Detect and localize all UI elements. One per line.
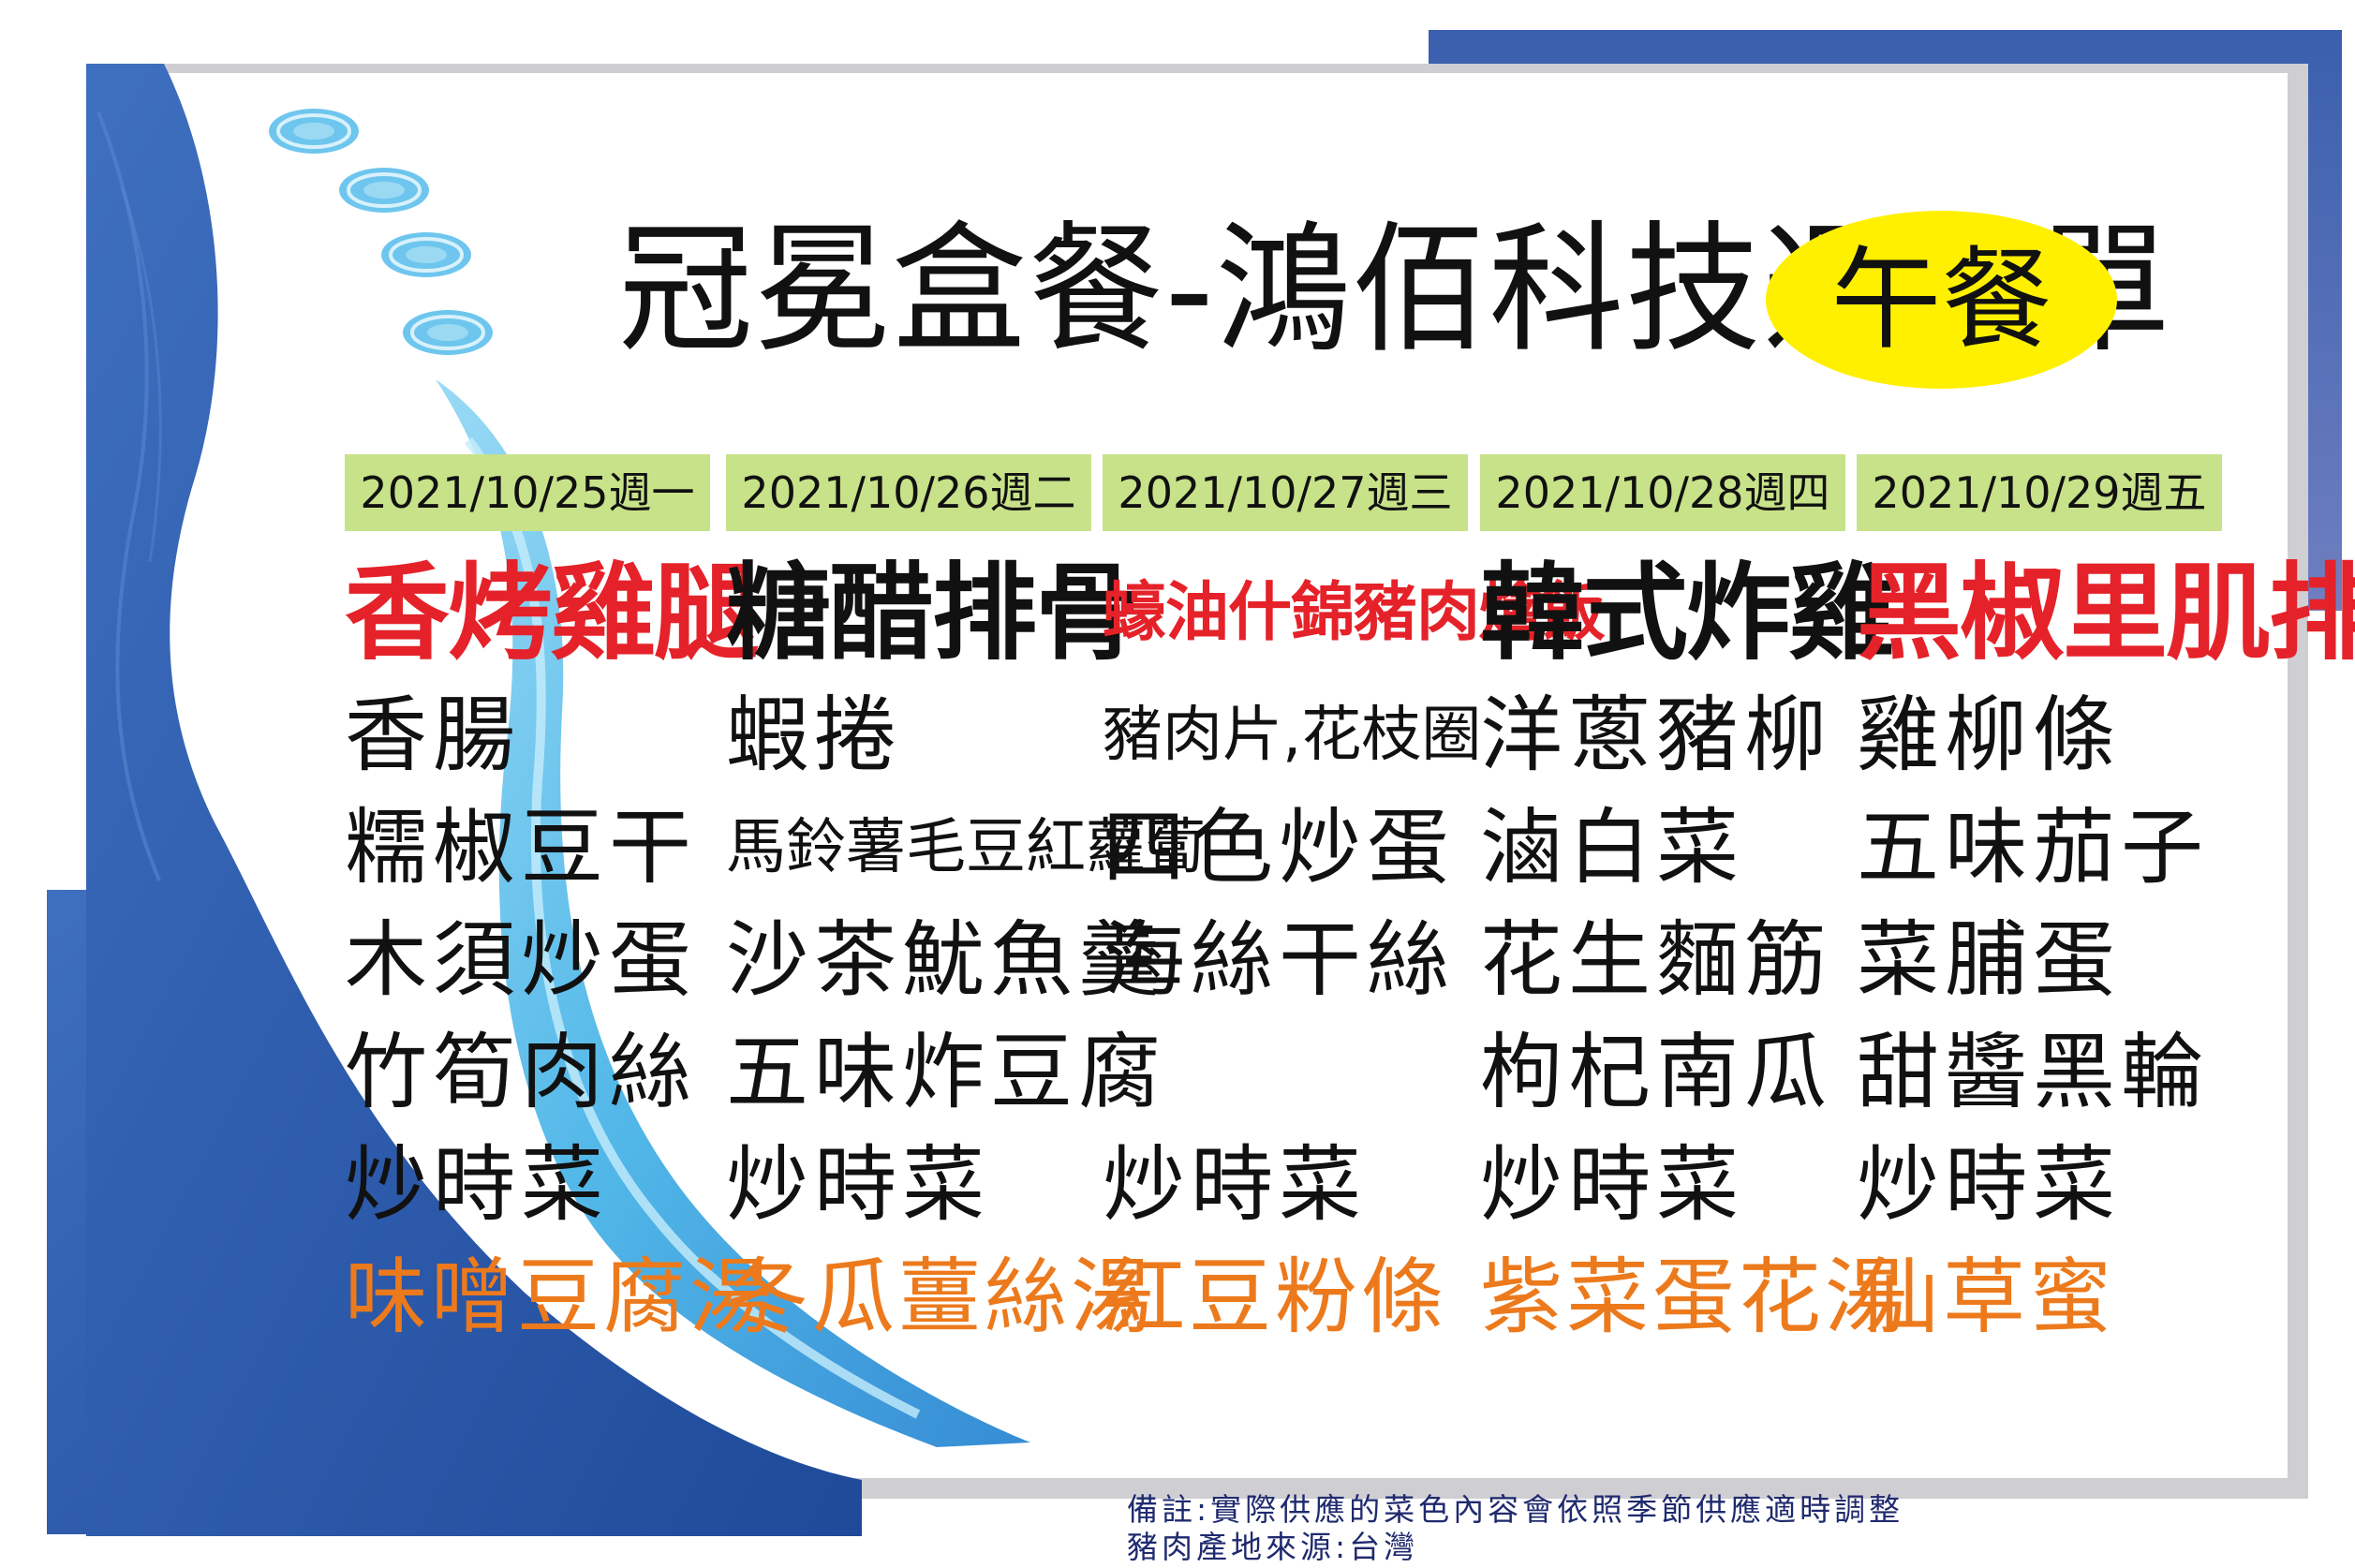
footnote-remark: 備註:實際供應的菜色內容會依照季節供應適時調整 [1127,1491,1904,1528]
side-dish: 香腸 [345,687,522,783]
side-dish: 豬肉片,花枝圈 [1103,701,1482,770]
side-dish: 海絲干絲 [1103,911,1456,1008]
soup: 紫菜蛋花湯 [1480,1249,1912,1345]
side-dish: 四色炒蛋 [1103,799,1456,895]
ring-3 [381,232,471,277]
side-dish: 炒時菜 [1857,1136,2122,1233]
side-dish: 五味茄子 [1857,799,2210,895]
main-dish: 韓式炸雞 [1480,553,1894,674]
ring-1 [269,109,359,154]
side-dish: 滷白菜 [1480,799,1745,895]
side-dish: 炒時菜 [1103,1136,1368,1233]
soup: 紅豆粉條 [1103,1249,1448,1345]
date-label: 2021/10/29週五 [1857,454,2222,531]
menu-title: 冠冕盒餐-鴻佰科技週菜單 [618,209,2173,372]
day-column-4: 2021/10/28週四 韓式炸雞 洋蔥豬柳 滷白菜 花生麵筋 枸杞南瓜 炒時菜… [1480,454,1912,1354]
ring-4 [403,310,493,355]
side-dish: 沙茶魷魚羹 [726,911,1167,1008]
main-dish: 香烤雞腿 [345,553,759,674]
side-dish: 洋蔥豬柳 [1480,687,1833,783]
side-dish: 蝦捲 [726,687,903,783]
day-column-3: 2021/10/27週三 蠔油什錦豬肉燴飯 豬肉片,花枝圈 四色炒蛋 海絲干絲 … [1103,454,1606,1354]
day-column-5: 2021/10/29週五 黑椒里肌排 雞柳條 五味茄子 菜脯蛋 甜醬黑輪 炒時菜… [1857,454,2355,1354]
day-column-1: 2021/10/25週一 香烤雞腿 香腸 糯椒豆干 木須炒蛋 竹筍肉絲 炒時菜 … [345,454,777,1354]
side-dish: 炒時菜 [1480,1136,1745,1233]
side-dish: 花生麵筋 [1480,911,1833,1008]
side-dish: 枸杞南瓜 [1480,1024,1833,1120]
soup: 味噌豆腐湯 [345,1249,777,1345]
side-dish: 竹筍肉絲 [345,1024,698,1120]
side-dish: 甜醬黑輪 [1857,1024,2210,1120]
side-dish: 糯椒豆干 [345,799,698,895]
main-dish: 黑椒里肌排 [1857,553,2355,674]
ring-2 [339,168,429,213]
date-label: 2021/10/27週三 [1103,454,1468,531]
footnote-pork-origin: 豬肉產地來源:台灣 [1127,1529,1419,1565]
side-dish: 雞柳條 [1857,687,2122,783]
side-dish: 五味炸豆腐 [726,1024,1167,1120]
side-dish: 炒時菜 [726,1136,991,1233]
date-label: 2021/10/26週二 [726,454,1091,531]
main-dish: 蠔油什錦豬肉燴飯 [1103,576,1606,650]
day-column-2: 2021/10/26週二 糖醋排骨 蝦捲 馬鈴薯毛豆紅蘿蔔 沙茶魷魚羹 五味炸豆… [726,454,1206,1354]
side-dish: 炒時菜 [345,1136,610,1233]
main-dish: 糖醋排骨 [726,553,1140,674]
side-dish: 木須炒蛋 [345,911,698,1008]
meal-label: 午餐 [1830,235,2052,364]
soup: 仙草蜜 [1857,1249,2116,1345]
date-label: 2021/10/28週四 [1480,454,1845,531]
date-label: 2021/10/25週一 [345,454,710,531]
side-dish: 馬鈴薯毛豆紅蘿蔔 [726,813,1206,882]
side-dish: 菜脯蛋 [1857,911,2122,1008]
soup: 冬瓜薑絲湯 [726,1249,1158,1345]
